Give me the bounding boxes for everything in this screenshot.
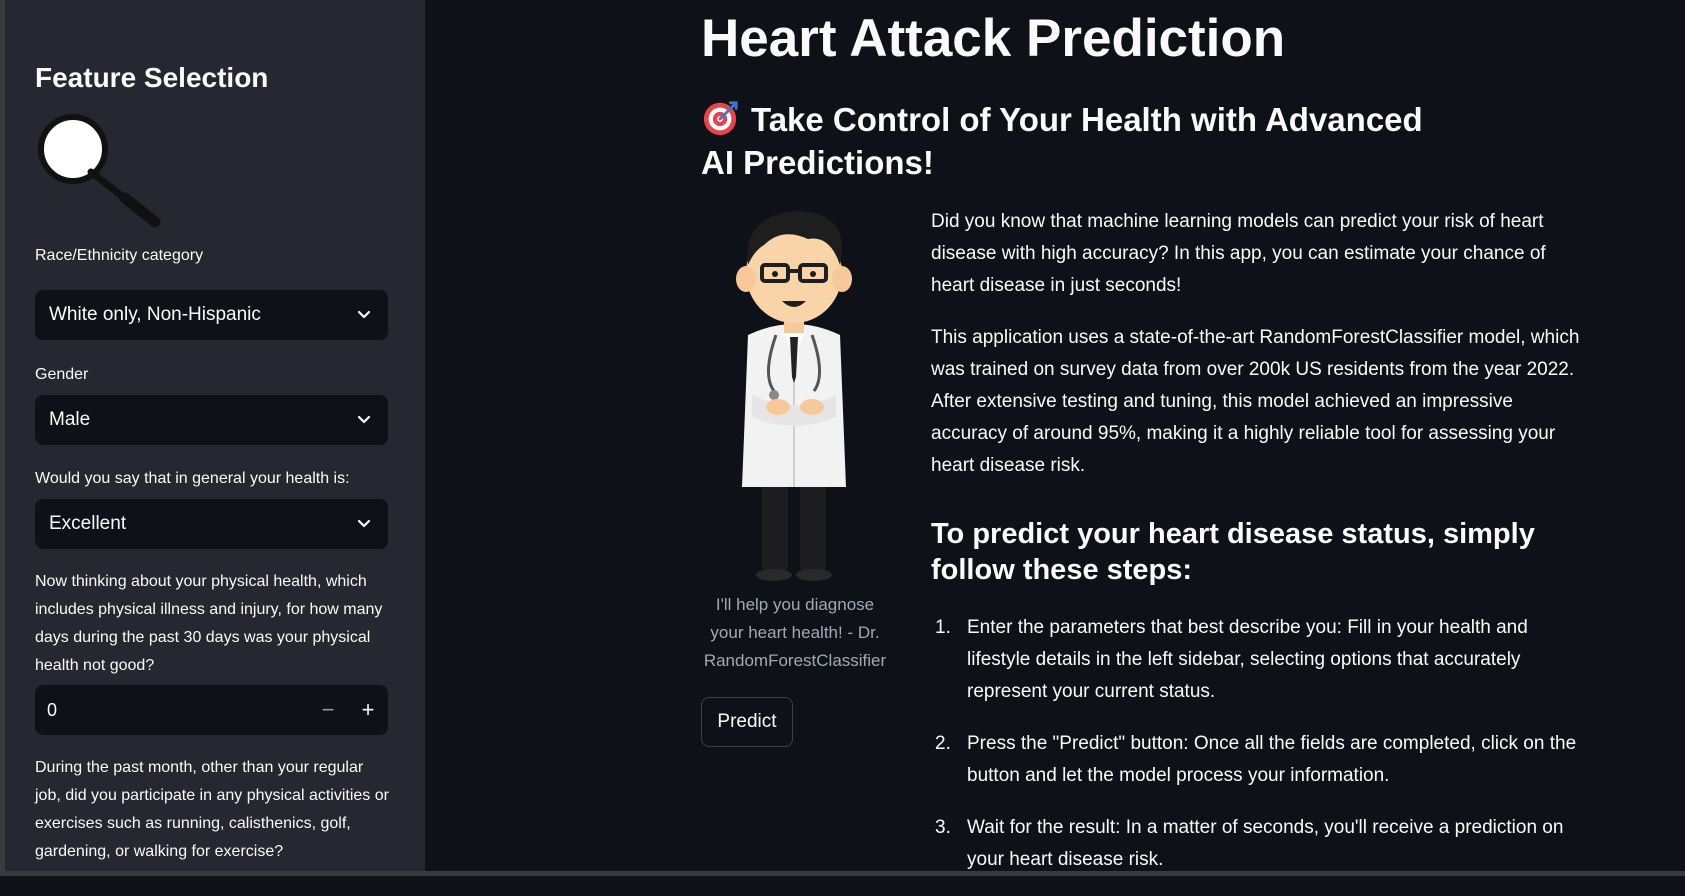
magnifying-glass-icon: [38, 114, 161, 228]
race-label: Race/Ethnicity category: [35, 247, 204, 264]
intro-paragraph: Did you know that machine learning model…: [931, 211, 1546, 296]
sidebar: Feature Selection Race/Ethnicity categor…: [5, 0, 425, 871]
physical-health-stepper[interactable]: 0 − +: [35, 685, 388, 735]
doctor-caption: I'll help you diagnose your heart health…: [703, 595, 887, 670]
step-number: 1.: [935, 617, 951, 638]
step-text: Wait for the result: In a matter of seco…: [967, 817, 1564, 870]
steps-heading: To predict your heart disease status, si…: [931, 518, 1535, 586]
target-arrow-icon: [703, 101, 738, 136]
list-item: 3. Wait for the result: In a matter of se…: [931, 812, 1591, 876]
step-text: Press the "Predict" button: Once all the…: [967, 733, 1577, 786]
list-item: 2. Press the "Predict" button: Once all t…: [931, 728, 1591, 792]
chevron-down-icon: [357, 519, 371, 528]
sidebar-title: Feature Selection: [35, 62, 269, 93]
general-health-select[interactable]: Excellent: [35, 499, 388, 549]
step-number: 2.: [935, 733, 951, 754]
predict-button[interactable]: Predict: [701, 697, 793, 747]
step-number: 3.: [935, 817, 951, 838]
exercise-label: During the past month, other than your r…: [35, 759, 389, 860]
gender-label: Gender: [35, 366, 89, 383]
physical-health-value[interactable]: 0: [47, 700, 308, 721]
chevron-down-icon: [357, 310, 371, 319]
increment-button[interactable]: +: [348, 685, 388, 735]
step-text: Enter the parameters that best describe …: [967, 617, 1528, 702]
list-item: 1. Enter the parameters that best describ…: [931, 612, 1591, 708]
steps-list: 1. Enter the parameters that best describ…: [931, 612, 1591, 896]
general-health-label: Would you say that in general your healt…: [35, 470, 350, 487]
subtitle-text: Take Control of Your Health with Advance…: [701, 101, 1423, 181]
general-health-select-value: Excellent: [49, 513, 127, 534]
gender-select[interactable]: Male: [35, 395, 388, 445]
physical-health-label: Now thinking about your physical health,…: [35, 573, 383, 674]
race-select[interactable]: White only, Non-Hispanic: [35, 290, 388, 340]
race-select-value: White only, Non-Hispanic: [49, 304, 261, 325]
decrement-button[interactable]: −: [308, 685, 348, 735]
page-title: Heart Attack Prediction: [701, 9, 1286, 68]
page-subtitle: Take Control of Your Health with Advance…: [701, 98, 1461, 184]
doctor-illustration: [736, 211, 852, 581]
gender-select-value: Male: [49, 409, 91, 430]
description-paragraph: This application uses a state-of-the-art…: [931, 327, 1580, 476]
window-frame-bottom: [0, 871, 1685, 876]
chevron-down-icon: [357, 415, 371, 424]
